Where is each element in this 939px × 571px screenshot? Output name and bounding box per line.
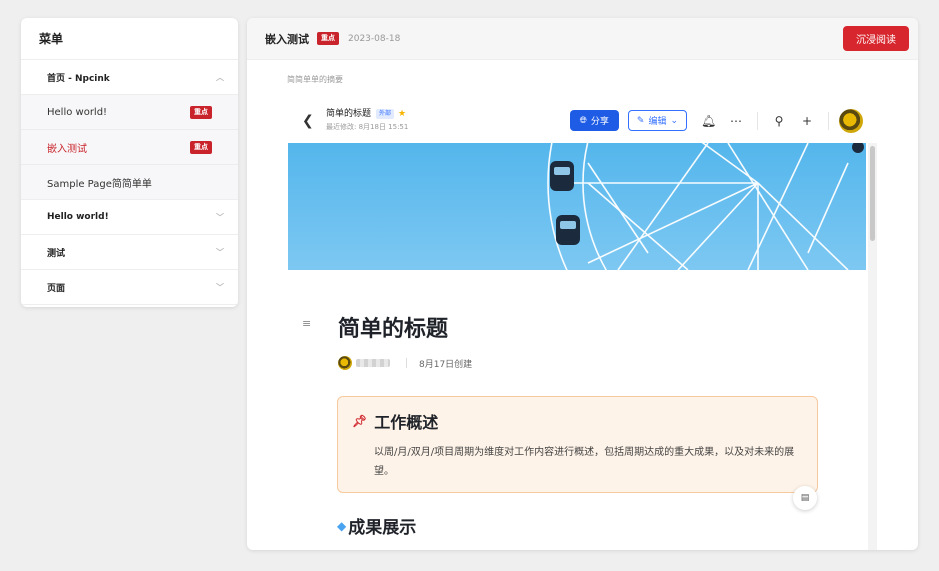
author-avatar[interactable]	[338, 356, 352, 370]
main-header: 嵌入测试 重点 2023-08-18 沉浸阅读	[247, 18, 918, 60]
globe-icon: 🌐︎	[579, 115, 587, 126]
bell-icon[interactable]: 🔔︎	[701, 114, 716, 128]
menu-item-label: 嵌入测试	[47, 143, 87, 155]
page-title: 嵌入测试	[265, 32, 309, 46]
more-icon[interactable]: ⋯	[729, 114, 743, 128]
author-row: 8月17日创建	[338, 356, 472, 370]
priority-badge: 重点	[190, 140, 212, 154]
immersive-read-button[interactable]: 沉浸阅读	[843, 26, 909, 51]
outline-icon[interactable]: ≡	[302, 317, 311, 330]
menu-group-label: 测试	[47, 248, 66, 259]
cover-image	[288, 143, 866, 270]
doc-name-row: 简单的标题 外部 ★	[326, 108, 408, 121]
menu-group-hello-world[interactable]: Hello world! ﹀	[21, 200, 238, 235]
back-arrow-icon[interactable]: ❮	[302, 113, 326, 129]
menu-item-hello-world[interactable]: Hello world! 重点	[21, 95, 238, 130]
share-label: 分享	[590, 117, 609, 127]
chevron-down-icon: ﹀	[216, 247, 224, 257]
pushpin-icon: 📌︎	[352, 414, 368, 428]
avatar[interactable]	[839, 108, 863, 133]
callout-text: 以周/月/双月/项目周期为维度对工作内容进行概述，包括周期达成的重大成果，以及对…	[374, 447, 795, 477]
menu-item-label: Hello world!	[47, 106, 108, 118]
embedded-document: ❮ 简单的标题 外部 ★ 最近修改: 8月18日 15:51 🌐︎ 分享 ✎ 编…	[288, 98, 877, 550]
search-icon[interactable]: ⚲	[772, 114, 786, 128]
page-date: 2023-08-18	[348, 33, 401, 44]
menu-group-pages[interactable]: 页面 ﹀	[21, 270, 238, 305]
menu-group-label: 首页 - Npcink	[47, 73, 110, 84]
menu-title: 菜单	[21, 18, 238, 60]
section-heading-text: 成果展示	[348, 518, 417, 538]
edit-button[interactable]: ✎ 编辑 ⌄	[627, 110, 687, 131]
main-panel: 嵌入测试 重点 2023-08-18 沉浸阅读 简简单单的摘要 ❮ 简单的标题 …	[247, 18, 918, 550]
chevron-down-icon: ﹀	[216, 282, 224, 292]
chevron-down-icon: ⌄	[670, 115, 678, 126]
menu-item-label: Sample Page简简单单	[47, 178, 152, 190]
menu-submenu: Hello world! 重点 嵌入测试 重点 Sample Page简简单单	[21, 95, 238, 200]
last-modified: 最近修改: 8月18日 15:51	[326, 122, 409, 131]
menu-group-home[interactable]: 首页 - Npcink ︿	[21, 60, 238, 95]
chevron-down-icon: ﹀	[216, 212, 224, 222]
menu-group-test[interactable]: 测试 ﹀	[21, 235, 238, 270]
callout-block: 📌︎ 工作概述 以周/月/双月/项目周期为维度对工作内容进行概述，包括周期达成的…	[337, 396, 818, 493]
share-button[interactable]: 🌐︎ 分享	[569, 110, 619, 131]
callout-title-text: 工作概述	[374, 413, 439, 432]
doc-name: 简单的标题	[326, 108, 372, 119]
scrollbar-thumb[interactable]	[870, 146, 875, 241]
callout-title: 📌︎ 工作概述	[352, 409, 438, 433]
gem-icon: ◆	[337, 518, 347, 533]
comment-icon[interactable]: ▤	[793, 486, 817, 510]
ferris-wheel-graphic	[547, 143, 864, 270]
toolbar-divider	[828, 111, 829, 130]
divider	[406, 358, 407, 368]
pencil-icon: ✎	[636, 115, 645, 126]
doc-title-block: 简单的标题 外部 ★ 最近修改: 8月18日 15:51	[326, 108, 408, 134]
menu-group-label: Hello world!	[47, 212, 109, 222]
menu-item-embed-test[interactable]: 嵌入测试 重点	[21, 130, 238, 165]
plus-icon[interactable]: +	[800, 114, 814, 128]
edit-label: 编辑	[648, 117, 667, 127]
chevron-up-icon: ︿	[216, 72, 224, 82]
external-tag: 外部	[376, 109, 395, 119]
sidebar-menu: 菜单 首页 - Npcink ︿ Hello world! 重点 嵌入测试 重点…	[21, 18, 238, 307]
toolbar-divider	[757, 111, 758, 130]
doc-heading: 简单的标题	[338, 317, 449, 342]
star-icon[interactable]: ★	[398, 108, 406, 121]
priority-badge: 重点	[190, 105, 212, 119]
created-date: 8月17日创建	[419, 359, 473, 370]
menu-item-sample-page[interactable]: Sample Page简简单单	[21, 165, 238, 200]
menu-group-label: 页面	[47, 283, 66, 294]
section-heading: ◆ 成果展示	[337, 513, 416, 538]
priority-badge: 重点	[317, 32, 339, 45]
toolbar-actions: 🌐︎ 分享 ✎ 编辑 ⌄ 🔔︎ ⋯ ⚲ +	[569, 108, 863, 133]
author-name-redacted	[356, 359, 390, 367]
page-summary: 简简单单的摘要	[287, 75, 343, 84]
doc-toolbar: ❮ 简单的标题 外部 ★ 最近修改: 8月18日 15:51 🌐︎ 分享 ✎ 编…	[288, 98, 877, 143]
